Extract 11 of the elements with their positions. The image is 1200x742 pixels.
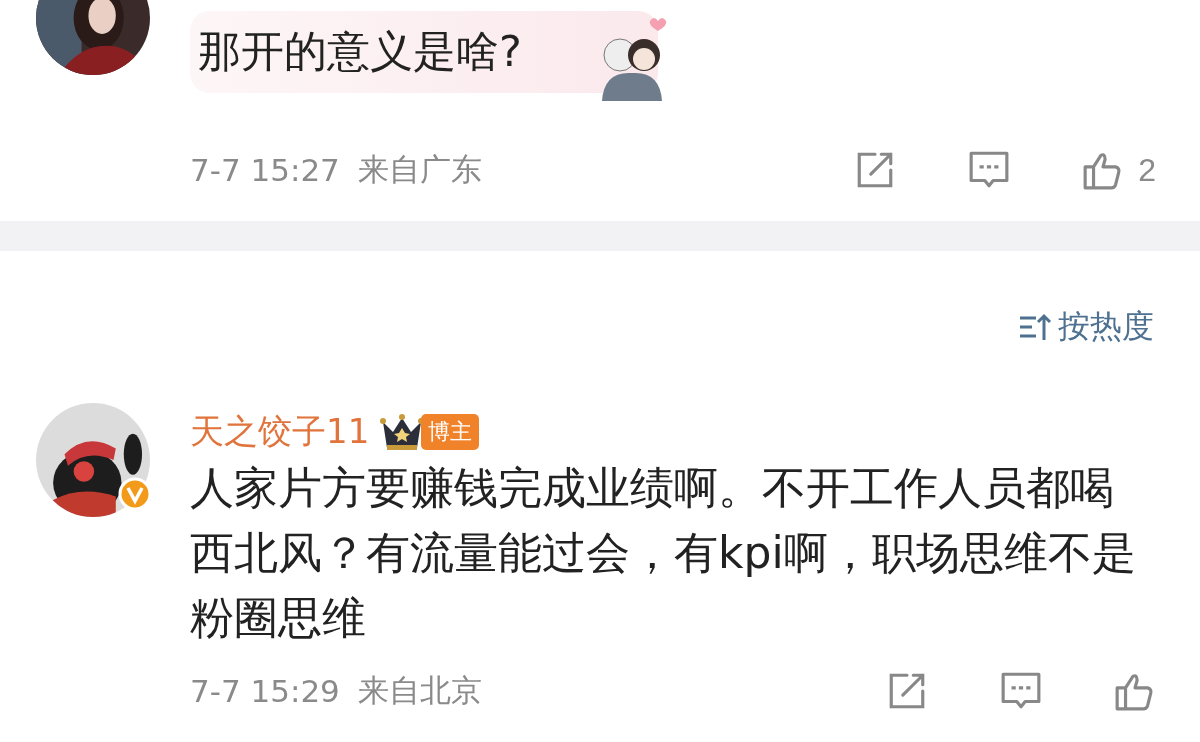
blogger-badge: 博主 (421, 414, 480, 450)
comment-time: 7-7 15:29 (190, 673, 340, 709)
sort-button[interactable]: 按热度 (1018, 305, 1154, 349)
comment-location: 来自广东 (357, 150, 483, 189)
reply-text: 人家片方要赚钱完成业绩啊。不开工作人员都喝西北风？有流量能过会，有kpi啊，职场思维不是粉圈思维 (190, 461, 1137, 645)
user-name[interactable]: 天之饺子11 (190, 409, 370, 455)
sort-icon (1018, 312, 1052, 342)
comment-time: 7-7 15:27 (190, 152, 340, 188)
comment-text: 那开的意义是啥? (198, 25, 522, 79)
comment-location: 来自北京 (357, 671, 483, 710)
like-button[interactable]: 2 (1082, 149, 1156, 191)
